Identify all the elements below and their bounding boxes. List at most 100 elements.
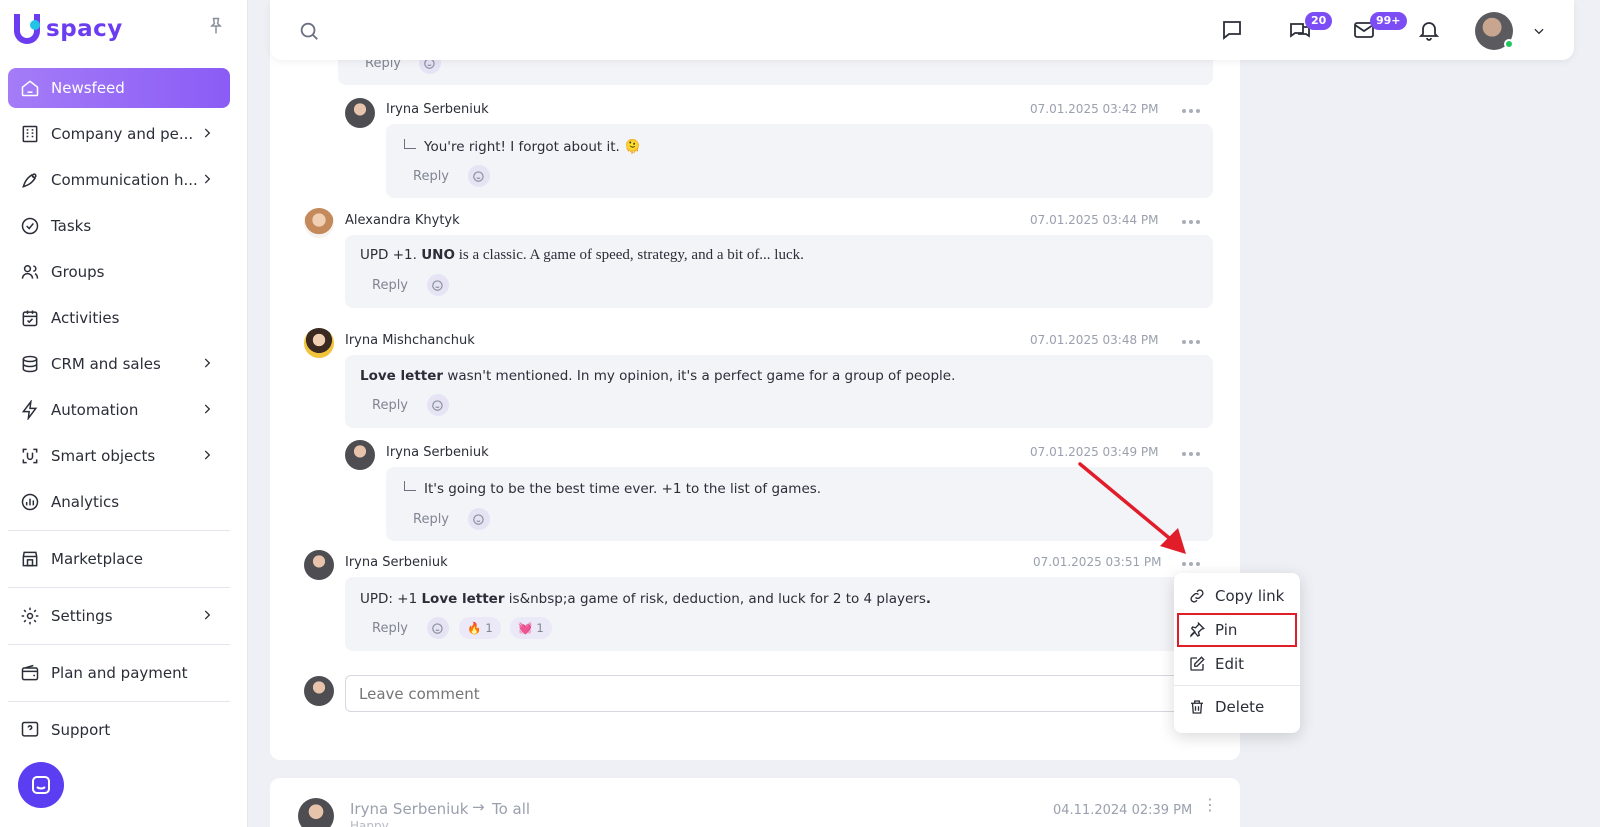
chevron-right-icon xyxy=(204,610,211,620)
user-avatar[interactable] xyxy=(1475,12,1514,50)
comment-text: It's going to be the best time ever. +1 … xyxy=(404,481,821,497)
calendar-icon xyxy=(20,308,40,328)
comment-author[interactable]: Iryna Serbeniuk xyxy=(386,102,489,117)
help-icon xyxy=(20,720,40,740)
chat-icon xyxy=(32,776,50,794)
menu-item-label: Copy link xyxy=(1215,587,1285,605)
comment-author[interactable]: Iryna Serbeniuk xyxy=(386,445,489,460)
chevron-right-icon xyxy=(204,404,211,414)
comment-more-button[interactable] xyxy=(1182,338,1204,346)
sidebar-item-label: Smart objects xyxy=(51,447,156,465)
comment-context-menu: Copy link Pin Edit Delete xyxy=(1174,573,1300,733)
chevron-right-icon xyxy=(204,358,211,368)
reply-button[interactable]: Reply xyxy=(413,169,449,184)
post-card: Reply Iryna Serbeniuk 07.01.2025 03:42 P… xyxy=(270,0,1240,760)
sidebar-divider xyxy=(8,587,230,588)
reply-button[interactable]: Reply xyxy=(372,278,408,293)
sidebar-item-settings[interactable]: Settings xyxy=(8,596,230,636)
chevron-right-icon xyxy=(204,450,211,460)
message-icon[interactable] xyxy=(1220,18,1244,42)
sidebar-item-communication[interactable]: Communication h... xyxy=(8,160,230,200)
sidebar: spacy Newsfeed Company and pe... Communi… xyxy=(0,0,248,827)
avatar[interactable] xyxy=(345,98,375,128)
sidebar-item-label: Plan and payment xyxy=(51,664,188,682)
comment-time: 07.01.2025 03:42 PM xyxy=(1030,102,1159,116)
sidebar-item-label: CRM and sales xyxy=(51,355,161,373)
home-icon xyxy=(20,78,40,98)
heart-icon: 💓 xyxy=(518,621,533,635)
comment-time: 07.01.2025 03:49 PM xyxy=(1030,445,1159,459)
bell-icon[interactable] xyxy=(1417,18,1441,42)
add-reaction-button[interactable] xyxy=(468,165,490,187)
sidebar-item-marketplace[interactable]: Marketplace xyxy=(8,539,230,579)
gear-icon xyxy=(20,606,40,626)
comment-author[interactable]: Alexandra Khytyk xyxy=(345,213,460,228)
comment-more-button[interactable] xyxy=(1182,218,1204,226)
avatar[interactable] xyxy=(345,440,375,470)
search-icon[interactable] xyxy=(298,20,320,42)
pin-sidebar-icon[interactable] xyxy=(206,16,226,36)
smile-plus-icon xyxy=(473,171,484,182)
reply-button[interactable]: Reply xyxy=(372,398,408,413)
pin-icon xyxy=(1190,621,1205,638)
sidebar-item-support[interactable]: Support xyxy=(8,710,230,750)
sidebar-item-groups[interactable]: Groups xyxy=(8,252,230,292)
reply-button[interactable]: Reply xyxy=(372,621,408,636)
menu-item-pin[interactable]: Pin xyxy=(1177,613,1297,647)
support-chat-button[interactable] xyxy=(18,762,64,808)
menu-item-label: Edit xyxy=(1215,655,1245,673)
chats-badge: 20 xyxy=(1305,12,1333,30)
comment-more-button[interactable] xyxy=(1182,450,1204,458)
online-indicator xyxy=(1504,39,1514,49)
sidebar-item-automation[interactable]: Automation xyxy=(8,390,230,430)
sidebar-item-company[interactable]: Company and pe... xyxy=(8,114,230,154)
reaction-fire[interactable]: 🔥 1 xyxy=(459,617,501,639)
comment-author[interactable]: Iryna Serbeniuk xyxy=(345,555,448,570)
post-author[interactable]: Iryna Serbeniuk xyxy=(350,800,468,818)
edit-icon xyxy=(1190,656,1205,671)
sidebar-item-label: Support xyxy=(51,721,111,739)
sidebar-item-crm[interactable]: CRM and sales xyxy=(8,344,230,384)
add-reaction-button[interactable] xyxy=(427,394,449,416)
sidebar-item-analytics[interactable]: Analytics xyxy=(8,482,230,522)
avatar[interactable] xyxy=(298,798,334,827)
sidebar-item-tasks[interactable]: Tasks xyxy=(8,206,230,246)
comment-input[interactable] xyxy=(345,675,1185,712)
communication-icon xyxy=(20,170,40,190)
sidebar-item-plan[interactable]: Plan and payment xyxy=(8,653,230,693)
comment-more-button[interactable] xyxy=(1182,107,1204,115)
smart-object-icon xyxy=(20,446,40,466)
sidebar-item-label: Newsfeed xyxy=(51,79,125,97)
analytics-icon xyxy=(20,492,40,512)
mail-badge: 99+ xyxy=(1370,12,1407,30)
sidebar-divider xyxy=(8,644,230,645)
smile-plus-icon xyxy=(432,280,443,291)
add-reaction-button[interactable] xyxy=(427,617,449,639)
sidebar-item-smart-objects[interactable]: Smart objects xyxy=(8,436,230,476)
post-audience[interactable]: To all xyxy=(492,800,530,818)
sidebar-item-label: Communication h... xyxy=(51,171,198,189)
menu-item-delete[interactable]: Delete xyxy=(1174,690,1300,724)
avatar[interactable] xyxy=(304,208,334,238)
add-reaction-button[interactable] xyxy=(427,274,449,296)
add-reaction-button[interactable] xyxy=(468,508,490,530)
menu-item-edit[interactable]: Edit xyxy=(1174,647,1300,681)
avatar[interactable] xyxy=(304,328,334,358)
comment-author[interactable]: Iryna Mishchanchuk xyxy=(345,333,475,348)
annotation-arrow-icon xyxy=(1078,462,1186,554)
reaction-heart[interactable]: 💓 1 xyxy=(510,617,552,639)
top-bar: 20 99+ xyxy=(270,0,1574,60)
avatar[interactable] xyxy=(304,550,334,580)
chevron-down-icon[interactable] xyxy=(1532,24,1546,38)
chevron-right-icon xyxy=(204,128,211,138)
sidebar-divider xyxy=(8,701,230,702)
lightning-icon xyxy=(20,400,40,420)
post-more-button[interactable]: ⋮ xyxy=(1202,797,1218,813)
reply-button[interactable]: Reply xyxy=(413,512,449,527)
comment-block: UPD: +1 Love letter is&nbsp;a game of ri… xyxy=(345,577,1213,651)
menu-item-copy-link[interactable]: Copy link xyxy=(1174,579,1300,613)
sidebar-item-newsfeed[interactable]: Newsfeed xyxy=(8,68,230,108)
comment-block: UPD +1. UNO is a classic. A game of spee… xyxy=(345,235,1213,308)
logo[interactable]: spacy xyxy=(14,12,123,46)
sidebar-item-activities[interactable]: Activities xyxy=(8,298,230,338)
